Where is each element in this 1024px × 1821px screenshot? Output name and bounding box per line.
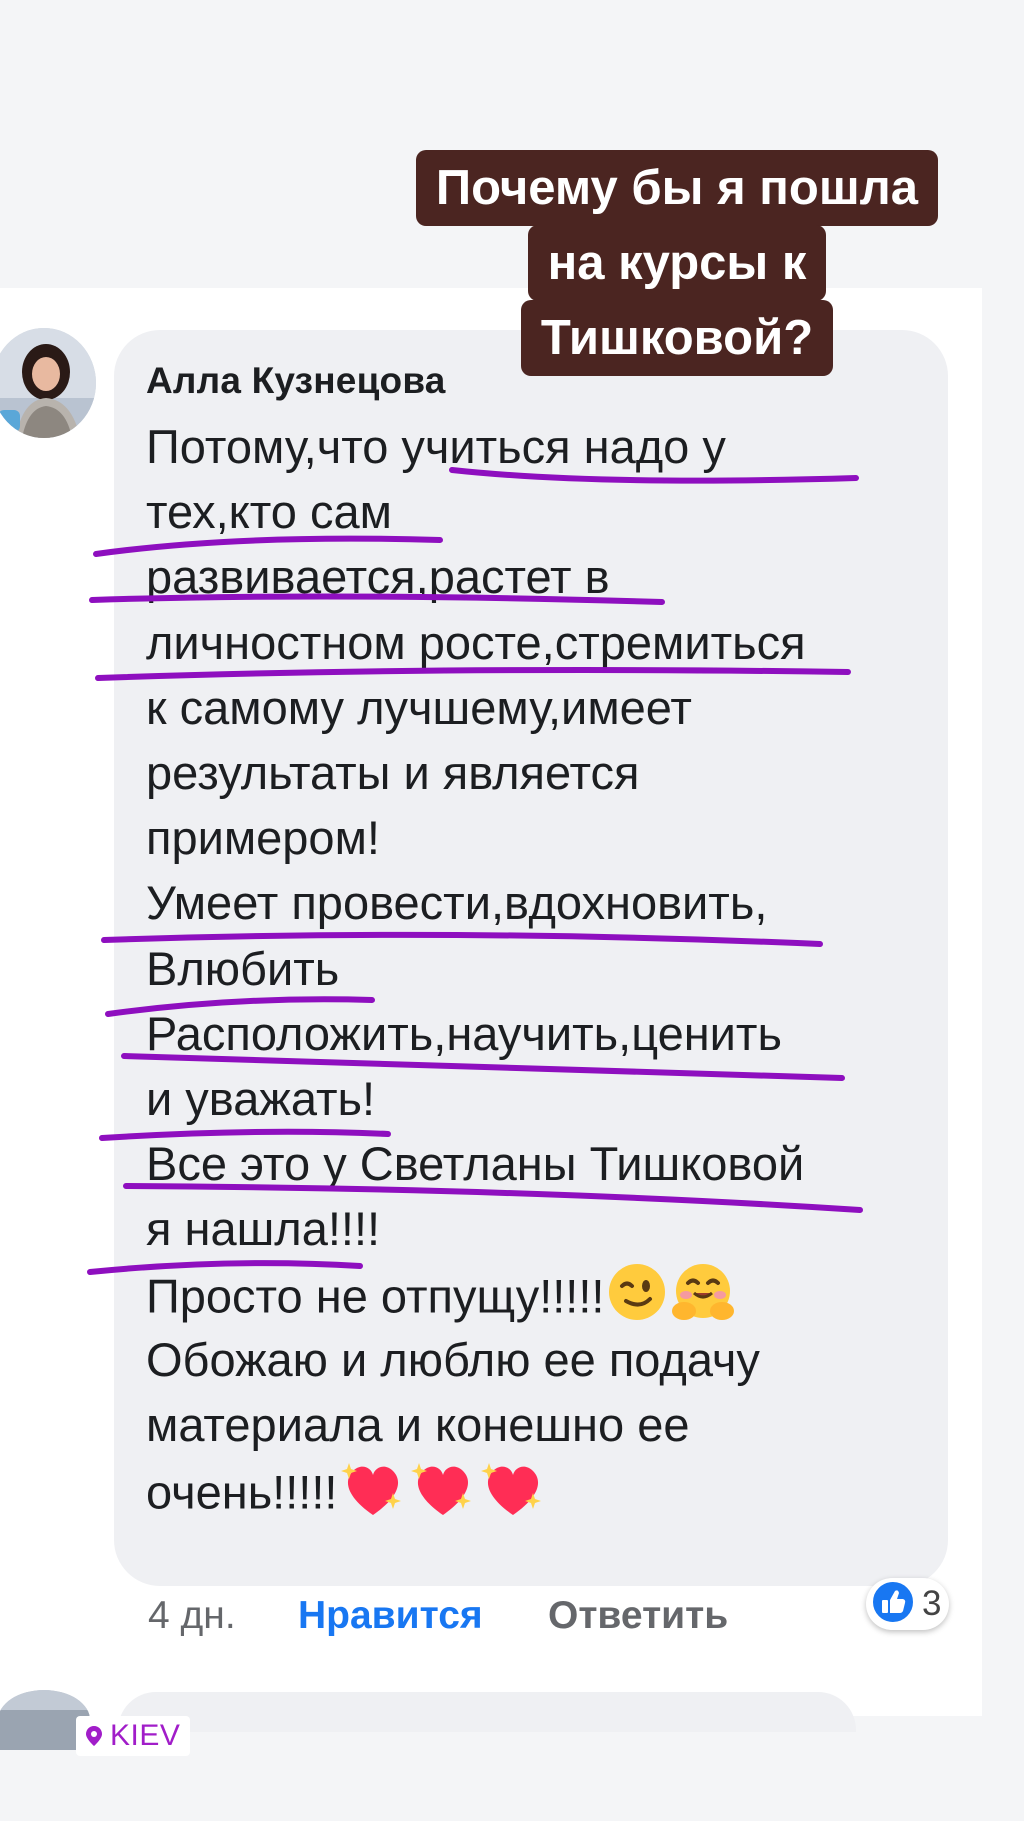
- location-label: KIEV: [110, 1719, 181, 1752]
- comment-line: Просто не отпущу!!!!!: [146, 1269, 605, 1323]
- comment-line: тех,кто сам: [146, 485, 392, 539]
- comment-line: Обожаю и люблю ее подачу: [146, 1332, 760, 1386]
- comment-line: результаты и является: [146, 745, 640, 799]
- location-pin-icon: [84, 1724, 110, 1748]
- comment-line: Потому,что учиться надо у: [146, 420, 726, 473]
- comment-line: Умеет провести,вдохновить,: [146, 876, 768, 930]
- story-title-line: на курсы к: [527, 225, 827, 301]
- reaction-summary[interactable]: 3: [866, 1578, 950, 1630]
- sparkling-heart-emoji: [479, 1457, 547, 1535]
- comment-line: и уважать!: [146, 1071, 376, 1125]
- comment-line: материала и конешно ее: [146, 1397, 690, 1451]
- story-title-line: Тишковой?: [520, 300, 834, 376]
- comment-line: примером!: [146, 811, 380, 865]
- comment-line: Расположить,научить,ценить: [146, 1006, 782, 1060]
- comment-line: личностном росте,стремиться: [146, 615, 806, 669]
- comment-line: я нашла!!!!: [146, 1202, 381, 1256]
- thumbs-up-icon: [870, 1579, 916, 1630]
- comment-actions: 4 дн. Нравится Ответить: [148, 1594, 728, 1638]
- comment-line: Влюбить: [146, 941, 340, 995]
- story-title: Почему бы я пошла на курсы к Тишковой?: [392, 150, 962, 376]
- next-comment-bubble: [118, 1692, 856, 1732]
- comment-line-with-emoji: Просто не отпущу!!!!!: [146, 1261, 936, 1326]
- reaction-count: 3: [922, 1584, 942, 1623]
- sparkling-heart-emoji: [339, 1457, 407, 1535]
- like-button[interactable]: Нравится: [298, 1594, 548, 1638]
- comment-timestamp[interactable]: 4 дн.: [148, 1594, 298, 1638]
- comment-line-with-emoji: очень!!!!!: [146, 1457, 936, 1522]
- comment-text: Потому,что учиться надо у тех,кто сам ра…: [146, 414, 936, 1522]
- reply-button[interactable]: Ответить: [548, 1594, 728, 1638]
- comment-line: развивается,растет в: [146, 550, 610, 604]
- sparkling-heart-emoji: [409, 1457, 477, 1535]
- comment-line: Все это у Светланы Тишковой: [146, 1137, 805, 1191]
- story-title-line: Почему бы я пошла: [415, 150, 939, 226]
- comment-line: очень!!!!!: [146, 1465, 338, 1519]
- location-sticker[interactable]: KIEV: [76, 1716, 191, 1756]
- comment-line: к самому лучшему,имеет: [146, 680, 692, 734]
